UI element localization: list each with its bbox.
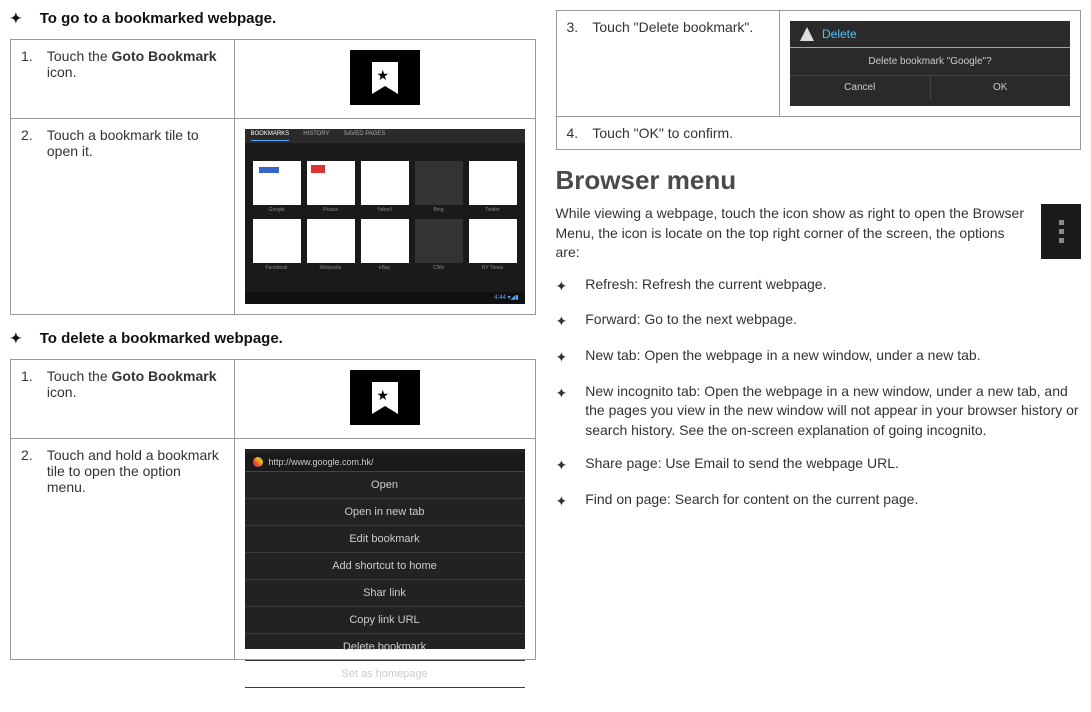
- list-item: ✦Share page: Use Email to send the webpa…: [556, 454, 1082, 476]
- step-image-cell: BOOKMARKS HISTORY SAVED PAGES Google Pic…: [234, 119, 535, 315]
- step-num: 2.: [21, 447, 43, 463]
- left-column: ✦ To go to a bookmarked webpage. 1. Touc…: [10, 10, 536, 675]
- cancel-button: Cancel: [790, 76, 931, 99]
- step-text: Touch the Goto Bookmark icon.: [47, 368, 224, 400]
- step-cell: 4. Touch "OK" to confirm.: [556, 117, 1081, 150]
- step-text: Touch "Delete bookmark".: [592, 19, 769, 35]
- step-num: 4.: [567, 125, 589, 141]
- star-icon: ✦: [10, 10, 22, 27]
- star-icon: ✦: [556, 384, 568, 404]
- step-cell: 2. Touch a bookmark tile to open it.: [11, 119, 235, 315]
- step-text: Touch the Goto Bookmark icon.: [47, 48, 224, 80]
- heading-text: To delete a bookmarked webpage.: [40, 330, 283, 347]
- step-text: Touch "OK" to confirm.: [592, 125, 1070, 141]
- step-num: 1.: [21, 48, 43, 64]
- browser-menu-options: ✦Refresh: Refresh the current webpage. ✦…: [556, 275, 1082, 512]
- step-cell: 1. Touch the Goto Bookmark icon.: [11, 40, 235, 119]
- star-icon: ✦: [556, 348, 568, 368]
- menu-dots-icon: [1041, 204, 1081, 259]
- step-num: 1.: [21, 368, 43, 384]
- intro-text: While viewing a webpage, touch the icon …: [556, 204, 1032, 263]
- step-num: 2.: [21, 127, 43, 143]
- step-text: Touch and hold a bookmark tile to open t…: [47, 447, 224, 495]
- context-menu-screenshot: http://www.google.com.hk/ Open Open in n…: [245, 449, 525, 649]
- delete-confirm-table: 3. Touch "Delete bookmark". Delete Delet…: [556, 10, 1082, 150]
- goto-bookmark-table: 1. Touch the Goto Bookmark icon. ★ 2. To…: [10, 39, 536, 315]
- star-icon: ✦: [556, 312, 568, 332]
- heading-delete-bookmarked: ✦ To delete a bookmarked webpage.: [10, 330, 536, 347]
- list-item: ✦Find on page: Search for content on the…: [556, 490, 1082, 512]
- list-item: ✦Forward: Go to the next webpage.: [556, 310, 1082, 332]
- bookmark-icon: ★: [350, 370, 420, 425]
- intro-row: While viewing a webpage, touch the icon …: [556, 204, 1082, 263]
- right-column: 3. Touch "Delete bookmark". Delete Delet…: [556, 10, 1082, 675]
- step-image-cell: http://www.google.com.hk/ Open Open in n…: [234, 439, 535, 660]
- heading-text: To go to a bookmarked webpage.: [40, 10, 276, 27]
- step-cell: 1. Touch the Goto Bookmark icon.: [11, 360, 235, 439]
- star-icon: ✦: [556, 492, 568, 512]
- step-num: 3.: [567, 19, 589, 35]
- warning-icon: [800, 27, 814, 41]
- bookmark-icon: ★: [350, 50, 420, 105]
- heading-goto-bookmarked: ✦ To go to a bookmarked webpage.: [10, 10, 536, 27]
- browser-menu-heading: Browser menu: [556, 165, 1082, 196]
- step-text: Touch a bookmark tile to open it.: [47, 127, 224, 159]
- ok-button: OK: [931, 76, 1071, 99]
- list-item: ✦Refresh: Refresh the current webpage.: [556, 275, 1082, 297]
- list-item: ✦New tab: Open the webpage in a new wind…: [556, 346, 1082, 368]
- step-image-cell: Delete Delete bookmark "Google"? Cancel …: [780, 11, 1081, 117]
- delete-bookmark-table: 1. Touch the Goto Bookmark icon. ★ 2. To…: [10, 359, 536, 660]
- delete-dialog-screenshot: Delete Delete bookmark "Google"? Cancel …: [790, 21, 1070, 106]
- step-image-cell: ★: [234, 360, 535, 439]
- step-cell: 3. Touch "Delete bookmark".: [556, 11, 780, 117]
- star-icon: ✦: [556, 277, 568, 297]
- star-icon: ✦: [556, 456, 568, 476]
- list-item: ✦New incognito tab: Open the webpage in …: [556, 382, 1082, 441]
- step-cell: 2. Touch and hold a bookmark tile to ope…: [11, 439, 235, 660]
- bookmark-tiles-screenshot: BOOKMARKS HISTORY SAVED PAGES Google Pic…: [245, 129, 525, 304]
- star-icon: ✦: [10, 330, 22, 347]
- step-image-cell: ★: [234, 40, 535, 119]
